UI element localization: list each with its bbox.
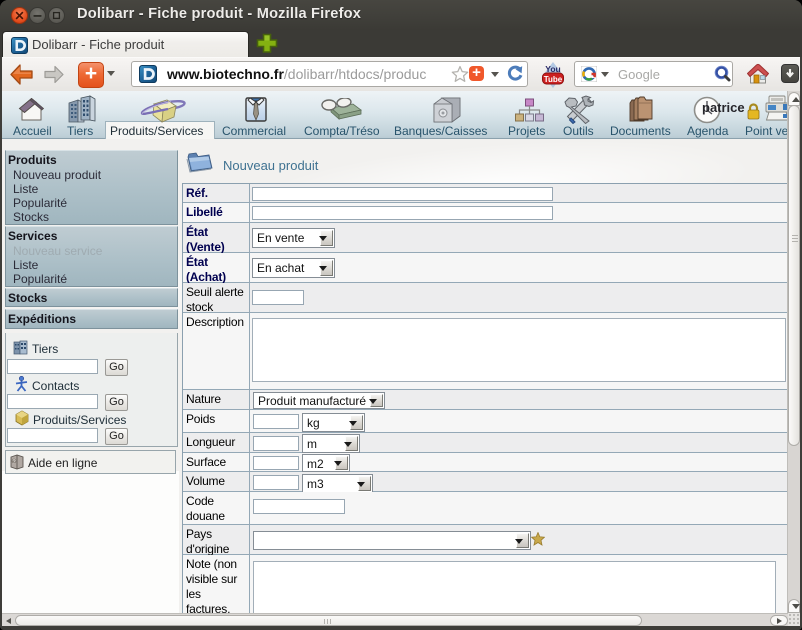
svg-text:Tube: Tube: [544, 75, 563, 84]
svg-text:?: ?: [12, 459, 15, 465]
